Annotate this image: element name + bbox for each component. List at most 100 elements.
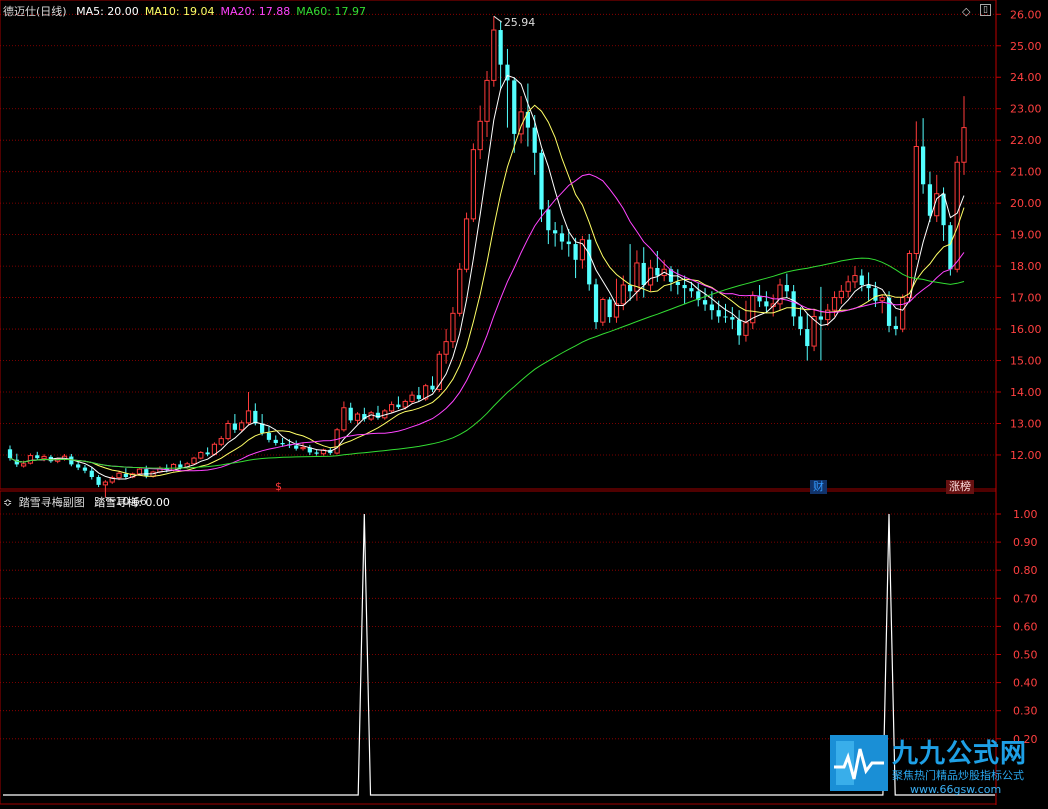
- candle-up: [170, 463, 177, 471]
- ma-label-2: MA20: 17.88: [220, 5, 291, 18]
- candle-up: [191, 457, 197, 465]
- candle-up: [116, 472, 122, 479]
- candle-up: [443, 341, 449, 355]
- ma-label-3: MA60: 17.97: [296, 5, 366, 18]
- sub-panel-header: ≎ 踏雪寻梅副图 踏雪寻梅: 0.00: [3, 495, 176, 511]
- main-panel-title: 德迈仕(日线): [3, 5, 67, 18]
- main-tick-label: 12.00: [1010, 449, 1042, 462]
- candle-up: [647, 267, 654, 286]
- candle-down: [266, 432, 272, 440]
- candle-up: [600, 298, 606, 323]
- main-tick-label: 25.00: [1010, 40, 1042, 53]
- candle-down: [76, 464, 81, 468]
- marker-dollar[interactable]: $: [272, 480, 285, 494]
- candle-up: [211, 443, 218, 455]
- candle-up: [354, 413, 361, 421]
- main-panel-frame: [0, 0, 997, 490]
- candle-up: [838, 290, 844, 299]
- candle-down: [927, 184, 933, 216]
- candle-down: [587, 239, 592, 285]
- candle-up: [825, 309, 831, 321]
- sub-tick-label: 0.50: [1013, 649, 1038, 662]
- candle-down: [123, 473, 128, 477]
- candle-down: [805, 329, 810, 347]
- main-tick-label: 13.00: [1010, 417, 1042, 430]
- candle-down: [737, 319, 742, 336]
- candle-up: [484, 79, 490, 122]
- candle-down: [559, 233, 565, 242]
- candle-up: [954, 161, 960, 270]
- candle-down: [35, 455, 40, 459]
- candle-down: [396, 404, 401, 408]
- candle-up: [341, 407, 347, 431]
- main-panel-header: 德迈仕(日线) MA5: 20.00 MA10: 19.04 MA20: 17.88…: [3, 4, 378, 20]
- candle-up: [300, 446, 306, 450]
- candle-down: [641, 262, 646, 285]
- candle-down: [593, 284, 599, 323]
- candle-up: [198, 451, 204, 459]
- candle-down: [89, 470, 94, 477]
- candle-up: [477, 120, 483, 151]
- candle-down: [546, 209, 551, 231]
- candle-down: [859, 275, 864, 285]
- site-logo: 九九公式网 聚焦热门精品炒股指标公式 www.66gsw.com: [830, 733, 1040, 799]
- candle-up: [845, 281, 851, 292]
- candle-down: [709, 304, 714, 311]
- marker-finance[interactable]: 财: [810, 480, 827, 494]
- ma-legend: MA5: 20.00 MA10: 19.04 MA20: 17.88 MA60: 17…: [76, 5, 372, 18]
- ma-label-0: MA5: 20.00: [76, 5, 139, 18]
- logo-name: 九九公式网: [892, 739, 1028, 769]
- main-tick-label: 17.00: [1010, 292, 1042, 305]
- candle-down: [232, 423, 237, 430]
- candle-up: [777, 284, 783, 305]
- candle-down: [348, 407, 353, 421]
- candle-up: [457, 268, 463, 314]
- main-tick-label: 15.00: [1010, 355, 1042, 368]
- candle-down: [205, 452, 210, 455]
- candle-up: [409, 394, 415, 402]
- candle-down: [512, 80, 517, 134]
- candle-up: [27, 455, 34, 464]
- sub-tick-label: 0.40: [1013, 677, 1038, 690]
- candle-up: [852, 275, 858, 283]
- candle-down: [798, 316, 803, 330]
- candle-down: [7, 449, 13, 459]
- diamond-icon[interactable]: ◇: [962, 5, 970, 18]
- candle-down: [702, 300, 708, 305]
- sub-panel-title: 踏雪寻梅副图: [18, 496, 85, 509]
- candle-up: [136, 468, 143, 475]
- candle-down: [416, 395, 421, 399]
- candle-down: [532, 127, 537, 153]
- candle-down: [430, 385, 435, 390]
- candle-down: [689, 288, 694, 292]
- marker-limit-up-label: 涨榜: [949, 480, 971, 493]
- candle-down: [675, 281, 680, 285]
- candle-up: [450, 312, 456, 343]
- candle-up: [102, 481, 109, 486]
- candle-up: [334, 429, 340, 454]
- candle-down: [791, 291, 796, 317]
- stock-chart: 26.00 25.00 24.00 23.00 22.00 21.00 20.00 19.00…: [0, 0, 1048, 805]
- candle-down: [273, 439, 278, 444]
- candle-down: [566, 241, 571, 245]
- candle-down: [730, 317, 735, 320]
- candle-up: [245, 410, 252, 424]
- candle-down: [607, 299, 612, 318]
- main-tick-label: 19.00: [1010, 229, 1042, 242]
- main-tick-label: 18.00: [1010, 260, 1042, 273]
- panel-toggle-icon[interactable]: ▯: [980, 4, 991, 16]
- candle-up: [463, 218, 470, 270]
- logo-slogan: 聚焦热门精品炒股指标公式: [892, 769, 1024, 782]
- candle-down: [948, 225, 953, 270]
- candle-down: [280, 443, 285, 445]
- chevron-icon[interactable]: ≎: [3, 496, 12, 509]
- candle-up: [879, 297, 885, 302]
- candle-down: [553, 230, 558, 234]
- candle-up: [41, 456, 47, 460]
- main-tick-label: 26.00: [1010, 8, 1042, 21]
- sub-tick-label: 0.90: [1013, 536, 1038, 549]
- main-tick-label: 14.00: [1010, 386, 1042, 399]
- main-tick-label: 24.00: [1010, 71, 1042, 84]
- marker-limit-up[interactable]: 涨榜: [946, 480, 974, 494]
- candle-down: [498, 30, 503, 65]
